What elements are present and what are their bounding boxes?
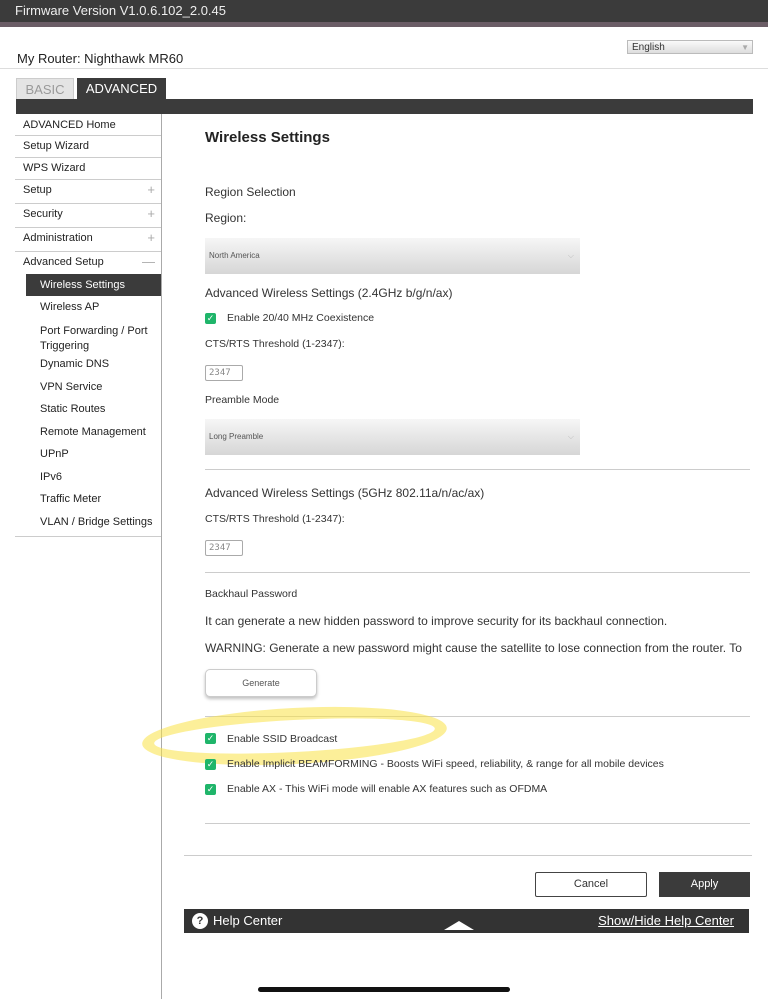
help-center-bar: ? Help Center Show/Hide Help Center [184, 909, 749, 933]
ax-mode-label: Enable AX - This WiFi mode will enable A… [227, 783, 548, 795]
sidebar-item-label: Advanced Setup [23, 256, 104, 268]
adv-5ghz-heading: Advanced Wireless Settings (5GHz 802.11a… [205, 486, 485, 500]
chevron-down-icon: ▼ [741, 43, 749, 52]
region-label: Region: [205, 211, 247, 225]
sidebar-item-label: Setup Wizard [23, 140, 90, 152]
sidebar-nav: ADVANCED Home Setup Wizard WPS Wizard Se… [15, 115, 161, 537]
apply-button[interactable]: Apply [659, 872, 750, 897]
cts-rts-label-24: CTS/RTS Threshold (1-2347): [205, 338, 345, 350]
language-select[interactable]: English ▼ [627, 40, 753, 54]
sidebar-item-security[interactable]: Security + [15, 204, 161, 228]
top-accent-line [0, 22, 768, 27]
sidebar-divider [161, 114, 162, 999]
sidebar-subitem-ipv6[interactable]: IPv6 [15, 469, 161, 491]
sidebar-item-advanced-home[interactable]: ADVANCED Home [15, 115, 161, 136]
language-value: English [632, 42, 665, 53]
firmware-version: Firmware Version V1.0.6.102_2.0.45 [15, 3, 227, 18]
sidebar-item-label: Administration [23, 232, 93, 244]
sidebar-item-label: WPS Wizard [23, 162, 86, 174]
cts-rts-input-5[interactable]: 2347 [205, 540, 243, 556]
sidebar-subitem-port-forwarding[interactable]: Port Forwarding / Port Triggering [15, 319, 161, 356]
beamforming-checkbox[interactable]: ✓ [205, 759, 216, 770]
section-divider [205, 469, 750, 470]
sidebar-item-label: ADVANCED Home [23, 119, 116, 131]
beamforming-label: Enable Implicit BEAMFORMING - Boosts WiF… [227, 758, 664, 770]
ax-mode-checkbox[interactable]: ✓ [205, 784, 216, 795]
ssid-broadcast-checkbox[interactable]: ✓ [205, 733, 216, 744]
show-hide-help-link[interactable]: Show/Hide Help Center [598, 909, 734, 933]
sidebar-item-setup[interactable]: Setup + [15, 180, 161, 204]
sidebar-item-label: Security [23, 208, 63, 220]
sidebar-subitem-remote-management[interactable]: Remote Management [15, 424, 161, 446]
coexistence-label: Enable 20/40 MHz Coexistence [227, 312, 375, 324]
page-title: Wireless Settings [205, 129, 330, 146]
expand-icon[interactable]: + [147, 228, 155, 248]
region-value: North America [209, 251, 260, 260]
adv-24ghz-heading: Advanced Wireless Settings (2.4GHz b/g/n… [205, 286, 453, 300]
home-indicator [258, 987, 510, 992]
sidebar-subitem-wireless-settings[interactable]: Wireless Settings [26, 274, 161, 296]
firmware-bar: Firmware Version V1.0.6.102_2.0.45 [0, 0, 768, 22]
sidebar-subitem-dynamic-dns[interactable]: Dynamic DNS [15, 356, 161, 379]
backhaul-description: It can generate a new hidden password to… [205, 614, 668, 628]
expand-up-icon[interactable] [444, 921, 474, 930]
generate-button[interactable]: Generate [205, 669, 317, 697]
sidebar-item-label: Setup [23, 184, 52, 196]
preamble-mode-label: Preamble Mode [205, 394, 280, 406]
sidebar-subitem-vpn-service[interactable]: VPN Service [15, 379, 161, 401]
sidebar-item-advanced-setup[interactable]: Advanced Setup — [15, 252, 161, 274]
coexistence-checkbox[interactable]: ✓ [205, 313, 216, 324]
sidebar-subitem-upnp[interactable]: UPnP [15, 446, 161, 469]
collapse-icon[interactable]: — [142, 252, 155, 272]
expand-icon[interactable]: + [147, 204, 155, 224]
sidebar-subitem-wireless-ap[interactable]: Wireless AP [15, 296, 161, 319]
tab-basic[interactable]: BASIC [16, 78, 74, 99]
section-divider [205, 823, 750, 824]
backhaul-warning: WARNING: Generate a new password might c… [205, 641, 742, 655]
expand-icon[interactable]: + [147, 180, 155, 200]
sidebar-subitem-vlan-bridge[interactable]: VLAN / Bridge Settings [15, 514, 161, 537]
cancel-button[interactable]: Cancel [535, 872, 647, 897]
sidebar-item-setup-wizard[interactable]: Setup Wizard [15, 136, 161, 158]
footer-divider [184, 855, 752, 856]
backhaul-password-heading: Backhaul Password [205, 588, 298, 600]
help-icon: ? [192, 913, 208, 929]
section-divider [205, 572, 750, 573]
preamble-select[interactable]: Long Preamble ⌵ [205, 419, 580, 455]
help-center-label: Help Center [213, 913, 283, 928]
preamble-value: Long Preamble [209, 432, 264, 441]
tab-content-bar [16, 99, 753, 114]
chevron-down-icon: ⌵ [567, 432, 574, 441]
chevron-down-icon: ⌵ [567, 251, 574, 260]
sidebar-item-administration[interactable]: Administration + [15, 228, 161, 252]
region-selection-heading: Region Selection [205, 185, 296, 199]
tab-advanced[interactable]: ADVANCED [77, 78, 166, 99]
sidebar-subitem-static-routes[interactable]: Static Routes [15, 401, 161, 424]
region-select[interactable]: North America ⌵ [205, 238, 580, 274]
cts-rts-input-24[interactable]: 2347 [205, 365, 243, 381]
sidebar-subitem-traffic-meter[interactable]: Traffic Meter [15, 491, 161, 514]
ssid-broadcast-label: Enable SSID Broadcast [227, 733, 338, 745]
header-divider [0, 68, 768, 69]
router-name: My Router: Nighthawk MR60 [17, 51, 184, 66]
cts-rts-label-5: CTS/RTS Threshold (1-2347): [205, 513, 345, 525]
sidebar-item-wps-wizard[interactable]: WPS Wizard [15, 158, 161, 180]
